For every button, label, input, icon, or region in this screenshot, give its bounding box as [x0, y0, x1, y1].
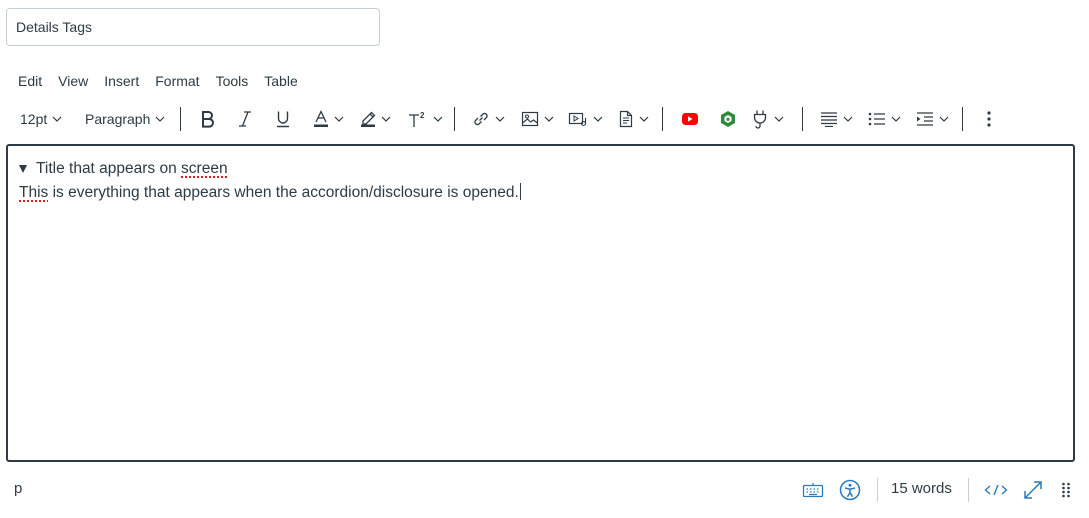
more-button[interactable] [982, 104, 996, 134]
details-content: This is everything that appears when the… [19, 183, 521, 202]
chevron-down-icon [891, 116, 901, 122]
chevron-down-icon [334, 116, 344, 122]
element-path[interactable]: p [14, 480, 22, 497]
html-editor-button[interactable] [982, 476, 1010, 504]
superscript-button[interactable]: 2 [408, 104, 443, 134]
keyboard-icon [802, 483, 824, 498]
image-button[interactable] [521, 104, 554, 134]
underline-button[interactable] [272, 104, 294, 134]
document-button[interactable] [618, 104, 649, 134]
bold-button[interactable] [196, 104, 220, 134]
align-icon [821, 112, 837, 127]
chevron-down-icon [939, 116, 949, 122]
chevron-down-icon [544, 116, 554, 122]
statusbar-divider [968, 478, 969, 502]
chevron-down-icon [495, 116, 505, 122]
statusbar: p 15 words [0, 470, 1089, 510]
content-text: is everything that appears when the acco… [48, 184, 519, 201]
keyboard-shortcuts-button[interactable] [801, 476, 825, 504]
italic-icon [239, 111, 251, 127]
toolbar: 12pt Paragraph 2 [10, 104, 1080, 134]
chevron-down-icon [155, 116, 165, 122]
statusbar-divider [877, 478, 878, 502]
underline-icon [277, 111, 289, 128]
rich-text-editor[interactable]: Title that appears on screen This is eve… [6, 144, 1075, 462]
html-source-icon [984, 484, 1008, 496]
bullet-list-icon [868, 112, 885, 126]
svg-text:2: 2 [420, 111, 425, 120]
link-button[interactable] [472, 104, 505, 134]
chevron-down-icon [639, 116, 649, 122]
chevron-down-icon [774, 116, 784, 122]
media-icon [568, 112, 587, 127]
disclosure-triangle-icon [19, 165, 27, 173]
superscript-icon: 2 [409, 111, 425, 127]
app-plugin-icon [721, 111, 735, 127]
link-icon [474, 112, 488, 126]
accessibility-checker-button[interactable] [838, 476, 862, 504]
resize-handle[interactable] [1058, 476, 1074, 504]
fullscreen-icon [1024, 481, 1042, 499]
chevron-down-icon [433, 116, 443, 122]
word-count: 15 words [891, 480, 952, 497]
fullscreen-button[interactable] [1021, 476, 1045, 504]
bold-icon [202, 111, 214, 128]
menu-table[interactable]: Table [256, 70, 305, 92]
menu-view[interactable]: View [50, 70, 96, 92]
document-icon [619, 110, 633, 128]
chevron-down-icon [593, 116, 603, 122]
text-color-icon [314, 110, 328, 127]
toolbar-divider [180, 107, 181, 131]
resize-handle-icon [1062, 482, 1070, 498]
summary-text: Title that appears on [36, 160, 182, 177]
menu-insert[interactable]: Insert [96, 70, 147, 92]
menu-edit[interactable]: Edit [10, 70, 50, 92]
menubar: Edit View Insert Format Tools Table [10, 70, 306, 92]
chevron-down-icon [52, 116, 62, 122]
block-format-value: Paragraph [85, 111, 151, 127]
media-button[interactable] [568, 104, 603, 134]
toolbar-divider [802, 107, 803, 131]
font-size-value: 12pt [20, 111, 48, 127]
title-input[interactable]: Details Tags [6, 8, 380, 46]
apps-plug-icon [753, 110, 767, 129]
details-summary[interactable]: Title that appears on screen [19, 160, 228, 178]
accessibility-icon [839, 479, 861, 501]
chevron-down-icon [381, 116, 391, 122]
chevron-down-icon [843, 116, 853, 122]
indent-icon [917, 112, 933, 126]
more-icon [987, 111, 991, 127]
app-plugin-button[interactable] [718, 104, 738, 134]
image-icon [521, 111, 539, 127]
menu-tools[interactable]: Tools [208, 70, 257, 92]
block-format-dropdown[interactable]: Paragraph [85, 104, 165, 134]
menu-format[interactable]: Format [147, 70, 207, 92]
apps-button[interactable] [751, 104, 784, 134]
toolbar-divider [454, 107, 455, 131]
highlight-color-icon [361, 111, 376, 127]
highlight-color-button[interactable] [360, 104, 391, 134]
align-button[interactable] [820, 104, 853, 134]
youtube-button[interactable] [680, 104, 700, 134]
bullet-list-button[interactable] [868, 104, 901, 134]
font-size-dropdown[interactable]: 12pt [20, 104, 62, 134]
youtube-icon [682, 113, 698, 125]
italic-button[interactable] [234, 104, 256, 134]
toolbar-divider [662, 107, 663, 131]
text-caret [519, 183, 521, 200]
misspelled-word: This [19, 184, 49, 201]
toolbar-divider [962, 107, 963, 131]
misspelled-word: screen [181, 160, 228, 177]
indent-button[interactable] [916, 104, 949, 134]
text-color-button[interactable] [313, 104, 344, 134]
